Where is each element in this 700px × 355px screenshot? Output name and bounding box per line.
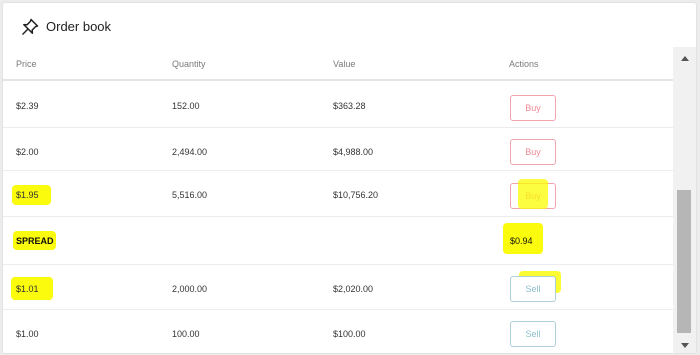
table-row: $2.39 152.00 $363.28 Buy (3, 81, 673, 128)
price-cell: $2.39 (16, 101, 39, 111)
table-row: $1.01 2,000.00 $2,020.00 Sell (3, 265, 673, 310)
quantity-cell: 152.00 (172, 101, 200, 111)
scroll-down-arrow-icon[interactable] (681, 343, 689, 348)
spread-value: $0.94 (510, 236, 533, 246)
column-header-quantity: Quantity (172, 59, 206, 69)
price-cell: $1.00 (16, 329, 39, 339)
price-cell: $1.95 (16, 190, 39, 200)
price-cell: $2.00 (16, 147, 39, 157)
column-header-actions: Actions (509, 59, 539, 69)
sell-button[interactable]: Sell (510, 321, 556, 347)
vertical-scrollbar[interactable] (673, 47, 696, 353)
panel-header: Order book (3, 3, 696, 47)
order-book-panel: Order book Price Quantity Value Actions … (3, 3, 696, 353)
sell-button[interactable]: Sell (510, 276, 556, 302)
column-headers: Price Quantity Value Actions (3, 47, 673, 81)
column-header-price: Price (16, 59, 37, 69)
value-cell: $100.00 (333, 329, 366, 339)
table-row: $2.00 2,494.00 $4,988.00 Buy (3, 128, 673, 171)
buy-button[interactable]: Buy (510, 139, 556, 165)
quantity-cell: 2,494.00 (172, 147, 208, 157)
value-cell: $4,988.00 (333, 147, 374, 157)
quantity-cell: 2,000.00 (172, 284, 208, 294)
buy-button[interactable]: Buy (510, 95, 556, 121)
price-cell: $1.01 (16, 284, 39, 294)
spread-label: SPREAD (16, 236, 54, 246)
order-book-table[interactable]: $2.39 152.00 $363.28 Buy $2.00 2,494.00 … (3, 81, 673, 353)
table-row: $1.95 5,516.00 $10,756.20 Buy (3, 171, 673, 217)
scrollbar-thumb[interactable] (677, 190, 691, 333)
value-cell: $2,020.00 (333, 284, 374, 294)
scroll-up-arrow-icon[interactable] (681, 56, 689, 61)
panel-title: Order book (46, 19, 112, 34)
pin-icon[interactable] (20, 17, 40, 37)
quantity-cell: 100.00 (172, 329, 200, 339)
spread-row: SPREAD $0.94 (3, 217, 673, 265)
quantity-cell: 5,516.00 (172, 190, 208, 200)
value-cell: $363.28 (333, 101, 366, 111)
table-row: $1.00 100.00 $100.00 Sell (3, 310, 673, 353)
value-cell: $10,756.20 (333, 190, 379, 200)
column-header-value: Value (333, 59, 356, 69)
highlight-mark (518, 179, 548, 209)
